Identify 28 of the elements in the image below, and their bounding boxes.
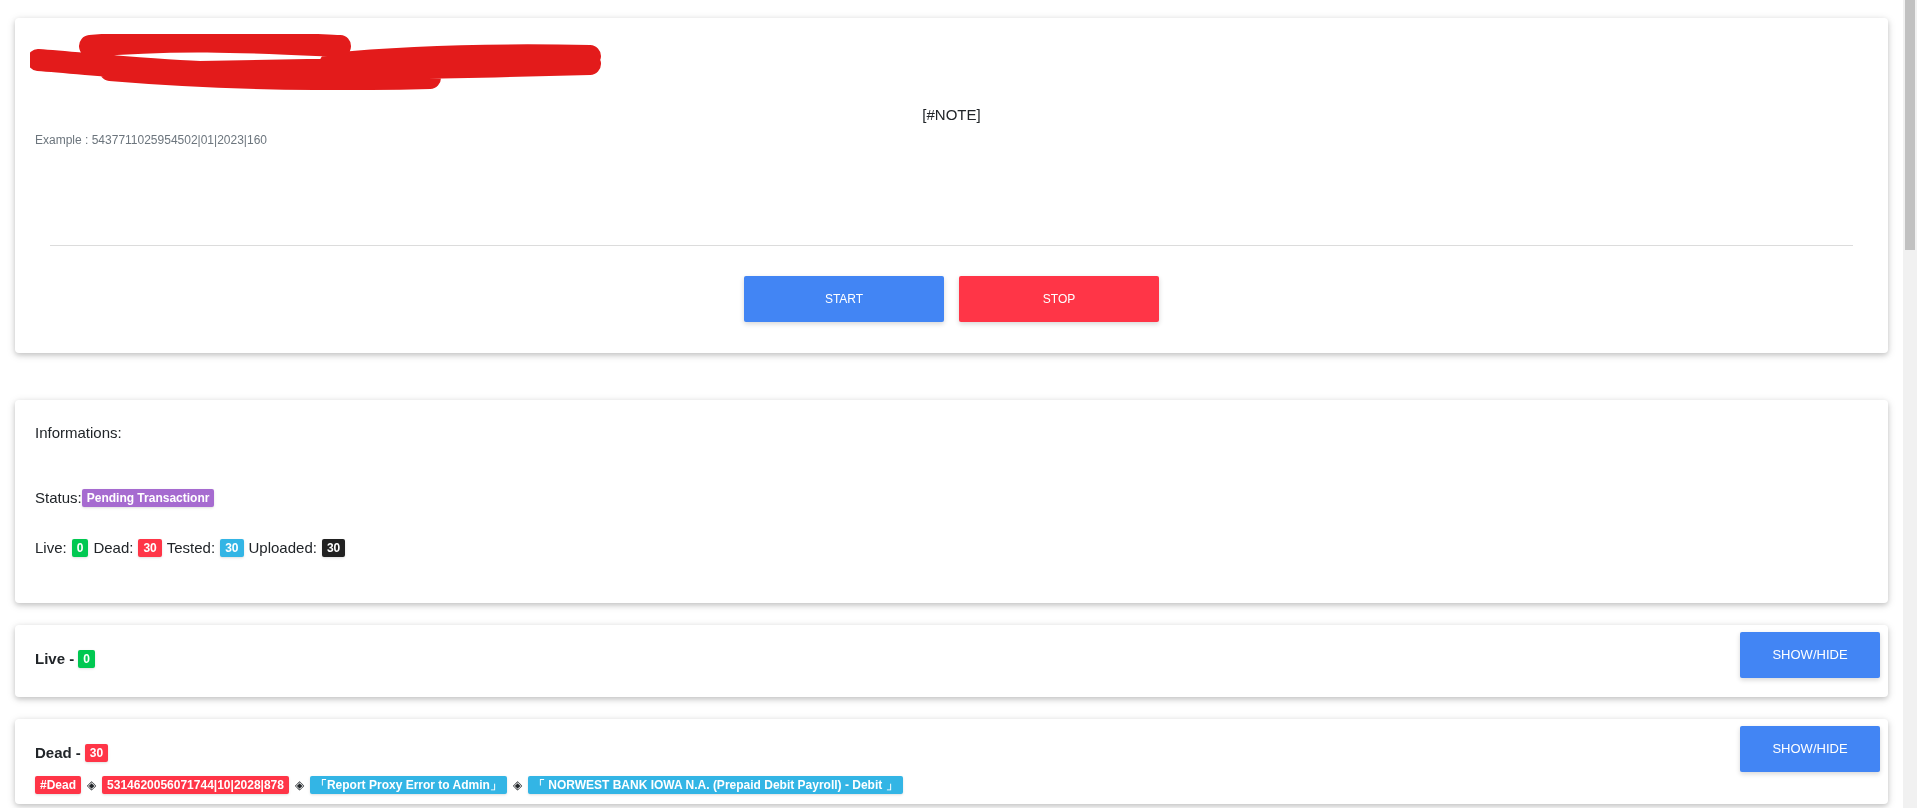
- show-hide-button[interactable]: SHOW/HIDE: [1740, 726, 1880, 772]
- counter-label: Dead:: [93, 538, 134, 558]
- counter-label: Uploaded:: [248, 538, 317, 558]
- badge-label: 5314620056071744|10|2028|878: [102, 776, 289, 794]
- counter-label: Tested:: [166, 538, 216, 558]
- note-text: [#NOTE]: [921, 105, 982, 125]
- badge-label: #Dead: [35, 776, 82, 794]
- separator-icon: ◈: [87, 776, 97, 794]
- panel-title: Dead -: [35, 743, 81, 763]
- separator-icon: ◈: [294, 776, 304, 794]
- badge-label: 「 NORWEST BANK IOWA N.A. (Prepaid Debit Payroll) - Debit 」: [527, 776, 903, 794]
- show-hide-button[interactable]: SHOW/HIDE: [1740, 632, 1880, 678]
- badge-label: 30: [220, 539, 244, 558]
- badge-label: 30: [138, 539, 162, 558]
- counter-label: Live:: [35, 538, 67, 558]
- stop-button[interactable]: STOP: [959, 275, 1159, 322]
- panel-title: Live -: [35, 649, 75, 669]
- start-button[interactable]: START: [744, 275, 944, 322]
- badge-label: 30: [321, 539, 346, 558]
- separator-icon: ◈: [512, 776, 522, 794]
- badge-label: 0: [78, 650, 95, 669]
- badge-label: 30: [84, 744, 109, 763]
- status-label: Status:: [35, 487, 82, 508]
- badge-label: Pending Transactionr: [81, 488, 215, 507]
- badge-label: 「Report Proxy Error to Admin」: [309, 776, 507, 794]
- info-title: Informations:: [35, 423, 123, 443]
- badge-label: 0: [71, 539, 89, 558]
- example-text: Example : 5437711025954502|01|2023|160: [35, 131, 268, 149]
